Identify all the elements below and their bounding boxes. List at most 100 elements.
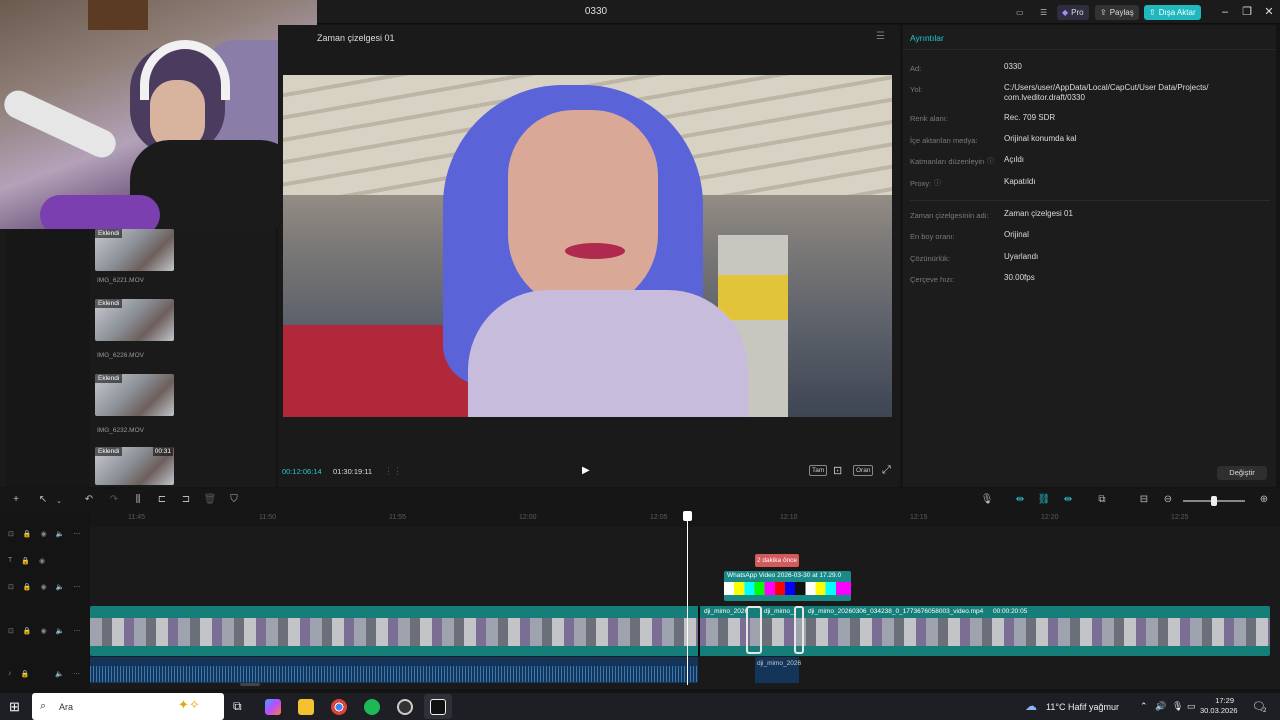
h-scrollbar[interactable] <box>240 683 260 686</box>
copilot-icon[interactable] <box>265 699 281 715</box>
marker-note[interactable]: 2 dakika önce <box>755 554 799 567</box>
undo-icon[interactable]: ↶ <box>82 494 96 505</box>
media-thumb-4[interactable]: Eklendi 00:31 <box>95 447 174 485</box>
media-name-2: IMG_6226.MOV <box>97 352 144 359</box>
more-icon[interactable]: ⋯ <box>73 530 80 538</box>
detail-key: Ad: <box>910 64 922 73</box>
volume-icon[interactable]: 🔊 <box>1155 701 1166 712</box>
lock-icon[interactable]: 🔒 <box>23 530 32 538</box>
clip-gap <box>698 606 700 656</box>
share-icon: ⇪ <box>1100 8 1107 17</box>
tab-details[interactable]: Ayrıntılar <box>910 33 944 43</box>
eye-icon[interactable]: ◉ <box>41 583 47 591</box>
clock-time: 17:29 <box>1215 696 1234 705</box>
trim-left-icon[interactable]: ⊏ <box>155 494 169 505</box>
pillar-stripe <box>718 275 788 320</box>
export-button[interactable]: ⇧ Dışa Aktar <box>1144 5 1201 20</box>
delete-icon[interactable]: 🗑 <box>203 494 217 505</box>
spotify-icon[interactable] <box>364 699 380 715</box>
info-icon[interactable]: ⓘ <box>934 178 941 188</box>
ratio-button[interactable]: Oran <box>853 465 874 476</box>
divider <box>903 49 1276 50</box>
fullscreen-icon[interactable]: ⤢ <box>882 464 891 477</box>
clip-label: dji_mimo_20260306_034238_0_1773676058003… <box>808 608 984 615</box>
ruler-tick: 12:10 <box>780 514 798 521</box>
replace-icon[interactable]: ⧉ <box>1095 494 1109 505</box>
info-icon[interactable]: ⓘ <box>987 156 994 166</box>
windows-start-icon[interactable]: ⊞ <box>9 699 20 715</box>
zoom-out-icon[interactable]: ⊖ <box>1161 494 1175 505</box>
shortcuts-icon[interactable]: ☰ <box>1035 5 1051 20</box>
weather-text[interactable]: 11°C Hafif yağmur <box>1046 702 1119 712</box>
speaker-icon[interactable]: 🔈 <box>56 530 65 538</box>
media-thumb-3[interactable]: Eklendi <box>95 374 174 416</box>
obs-icon[interactable] <box>397 699 413 715</box>
maximize-icon[interactable]: ❐ <box>1237 4 1257 20</box>
speaker-icon[interactable]: 🔈 <box>56 583 65 591</box>
total-timecode: 01:30:19:11 <box>333 467 373 476</box>
media-thumb-2[interactable]: Eklendi <box>95 299 174 341</box>
share-button[interactable]: ⇪ Paylaş <box>1095 5 1139 20</box>
current-timecode: 00:12:06:14 <box>282 467 322 476</box>
added-badge: Eklendi <box>95 299 123 308</box>
media-thumb-1[interactable]: Eklendi <box>95 229 174 271</box>
add-icon[interactable]: + <box>9 494 23 505</box>
playhead-handle[interactable] <box>683 511 692 521</box>
shield-icon[interactable]: ⛉ <box>227 494 241 505</box>
eye-icon[interactable]: ◉ <box>39 557 45 565</box>
menu-icon[interactable]: ☰ <box>876 31 888 43</box>
full-quality-button[interactable]: Tam <box>809 465 828 476</box>
webcam-overlay <box>0 0 317 229</box>
chevron-down-icon[interactable]: ⌄ <box>52 497 66 505</box>
close-icon[interactable]: ✕ <box>1259 4 1279 20</box>
caption-icon[interactable]: ⊟ <box>1137 494 1151 505</box>
split-icon[interactable]: ⫼ <box>131 494 145 505</box>
chrome-icon[interactable] <box>331 699 347 715</box>
detail-value: 0330 <box>1004 62 1022 71</box>
eye-icon[interactable]: ◉ <box>41 627 47 635</box>
lock-icon[interactable]: 🔒 <box>23 627 32 635</box>
playhead[interactable] <box>687 512 688 685</box>
ruler-tick: 11:55 <box>389 514 406 521</box>
minimize-icon[interactable]: – <box>1215 4 1235 20</box>
layout-icon[interactable]: ▭ <box>1011 5 1029 20</box>
added-badge: Eklendi <box>95 229 123 238</box>
play-icon[interactable]: ▶ <box>582 465 594 477</box>
chevron-up-icon[interactable]: ⌃ <box>1140 701 1148 712</box>
network-icon[interactable]: ▭ <box>1187 701 1196 712</box>
more-icon[interactable]: ⋯ <box>73 583 80 591</box>
video-preview[interactable] <box>283 75 892 417</box>
trim-right-icon[interactable]: ⊐ <box>179 494 193 505</box>
clip-trim-handle[interactable] <box>794 606 804 654</box>
mic-tray-icon[interactable]: 🎙 <box>1172 701 1183 712</box>
task-view-icon[interactable]: ⧉ <box>233 699 242 714</box>
color-bars <box>724 582 851 595</box>
media-name-1: IMG_6221.MOV <box>97 277 144 284</box>
clip-trim-handle[interactable] <box>746 606 762 654</box>
clock[interactable]: 17:29 30.03.2026 <box>1200 696 1238 716</box>
export-label: Dışa Aktar <box>1158 8 1196 17</box>
redo-icon[interactable]: ↷ <box>107 494 121 505</box>
speaker-icon[interactable]: 🔈 <box>56 627 65 635</box>
more-icon[interactable]: ⋯ <box>73 670 80 678</box>
focus-icon[interactable]: ⊡ <box>833 464 842 477</box>
zoom-in-icon[interactable]: ⊕ <box>1257 494 1271 505</box>
link-icon[interactable]: ⛓ <box>1037 494 1051 505</box>
more-icon[interactable]: ⋯ <box>73 627 80 635</box>
file-explorer-icon[interactable] <box>298 699 314 715</box>
speaker-icon[interactable]: 🔈 <box>55 670 64 678</box>
mic-icon[interactable]: 🎙 <box>980 494 994 505</box>
track-header: ⊡ 🔒 ◉ 🔈 ⋯ <box>8 530 80 538</box>
ruler-tick: 12:20 <box>1041 514 1059 521</box>
lock-icon[interactable]: 🔒 <box>23 583 32 591</box>
preview-axis-icon[interactable]: ⇹ <box>1061 494 1075 505</box>
grid-icon[interactable]: ⋮⋮ <box>384 466 402 477</box>
magnet-icon[interactable]: ⇹ <box>1013 494 1027 505</box>
eye-icon[interactable]: ◉ <box>41 530 47 538</box>
lock-icon[interactable]: 🔒 <box>21 670 30 678</box>
select-icon[interactable]: ↖ <box>36 494 50 505</box>
lock-icon[interactable]: 🔒 <box>21 557 30 565</box>
change-button[interactable]: Değiştir <box>1217 466 1267 480</box>
zoom-slider-handle[interactable] <box>1211 496 1217 506</box>
pro-button[interactable]: ◆ Pro <box>1057 5 1089 20</box>
